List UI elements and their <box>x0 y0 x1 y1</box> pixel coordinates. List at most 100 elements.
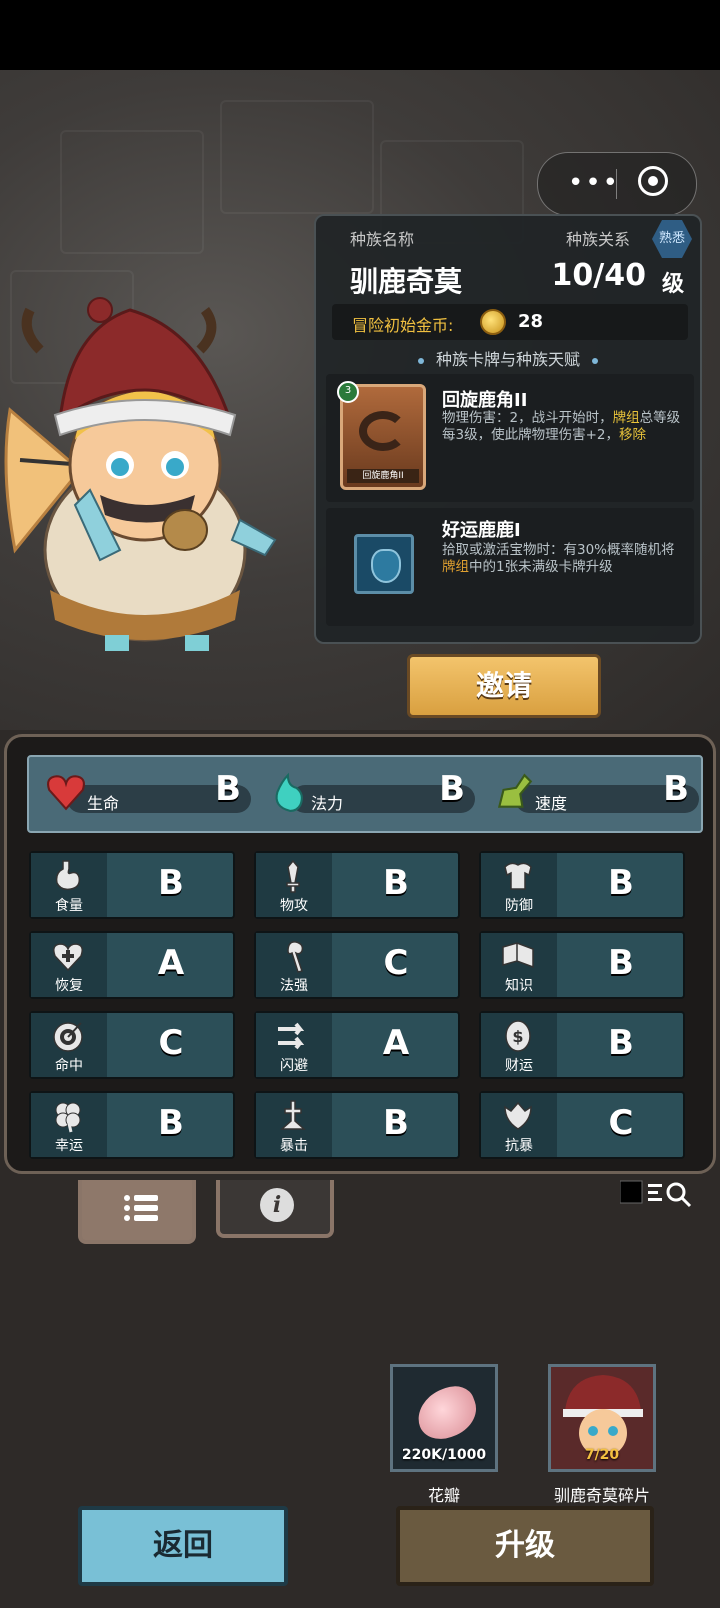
stat-grade: C <box>608 1103 634 1143</box>
stat-grade: B <box>383 1103 409 1143</box>
stat-cell-physical-attack: 物攻 B <box>254 851 460 919</box>
stat-speed: 速度 B <box>489 757 699 831</box>
more-dots-icon[interactable]: ••• <box>568 168 620 198</box>
character-shard-icon <box>563 1375 643 1451</box>
stat-cell-accuracy: 命中 C <box>29 1011 235 1079</box>
crit-shield-icon <box>504 1101 532 1130</box>
card-desc-keyword-deck: 牌组 <box>612 410 640 426</box>
relation-badge: 熟悉 <box>652 220 692 258</box>
mana-flame-icon <box>275 772 303 812</box>
race-level: 10/40 <box>551 258 646 293</box>
stat-name: 幸运 <box>55 1138 83 1154</box>
stat-name: 物攻 <box>280 898 308 914</box>
dodge-arrows-icon <box>278 1022 305 1050</box>
coin-dollar-icon: $ <box>505 1020 531 1052</box>
section-dot-left <box>417 357 424 364</box>
invite-button[interactable]: 邀请 <box>407 654 601 718</box>
race-info-panel: 种族名称 种族关系 熟悉 驯鹿奇莫 10/40 级 冒险初始金币: 28 种族卡… <box>314 214 702 644</box>
race-level-unit: 级 <box>661 272 684 297</box>
race-card-talent-title: 种族卡牌与种族天赋 <box>316 346 700 370</box>
stat-cell-critical: 暴击 B <box>254 1091 460 1159</box>
talent-title: 好运鹿鹿I <box>442 520 521 541</box>
target-icon <box>53 1022 83 1052</box>
stat-name: 命中 <box>55 1058 83 1074</box>
stat-grade: C <box>383 943 409 983</box>
race-talent-item[interactable]: 好运鹿鹿I 拾取或激活宝物时：有30%概率随机将牌组中的1张未满级卡牌升级 <box>326 508 694 626</box>
stat-grade: B <box>158 863 184 903</box>
stat-name: 抗暴 <box>505 1138 533 1154</box>
talent-desc-part-1: 拾取或激活宝物时：有30%概率随机将 <box>442 542 675 558</box>
stat-name: 暴击 <box>280 1138 308 1154</box>
stomach-icon <box>55 860 81 891</box>
svg-text:$: $ <box>512 1027 523 1046</box>
stat-hp: 生命 B <box>41 757 251 831</box>
wing-boot-icon <box>497 773 533 808</box>
stat-grade: B <box>383 863 409 903</box>
resource-label: 驯鹿奇莫碎片 <box>553 1486 650 1505</box>
resource-label: 花瓣 <box>427 1486 460 1505</box>
stat-grade: B <box>608 863 634 903</box>
stat-name: 法强 <box>280 978 308 994</box>
race-relation-label: 种族关系 <box>566 230 631 249</box>
card-desc-keyword-remove: 移除 <box>619 427 646 443</box>
heart-icon <box>47 775 85 811</box>
stat-grade: B <box>439 769 465 809</box>
race-card-art[interactable]: 3 回旋鹿角II <box>337 381 426 490</box>
talent-desc-keyword-deck: 牌组 <box>442 559 469 575</box>
gold-coin-icon <box>480 309 506 335</box>
section-dot-right <box>592 357 598 364</box>
stat-grade: C <box>158 1023 184 1063</box>
reindeer-kimo-character <box>4 297 277 651</box>
info-icon: i <box>260 1188 294 1222</box>
starting-gold-label: 冒险初始金币: <box>352 316 454 335</box>
stat-cell-recovery: 恢复 A <box>29 931 235 999</box>
crit-burst-icon <box>280 1100 306 1130</box>
stat-name: 知识 <box>505 978 533 994</box>
stat-cell-knowledge: 知识 B <box>479 931 685 999</box>
card-title: 回旋鹿角II <box>442 390 528 411</box>
book-icon <box>502 942 534 969</box>
stat-name: 生命 <box>87 794 120 813</box>
card-art-caption: 回旋鹿角II <box>347 469 419 483</box>
stat-name: 财运 <box>505 1058 533 1074</box>
stat-grade: B <box>158 1103 184 1143</box>
resource-box: 220K/1000 <box>390 1364 498 1472</box>
race-card-item[interactable]: 3 回旋鹿角II 回旋鹿角II 物理伤害：2，战斗开始时，牌组总等级每3级，使此… <box>326 374 694 502</box>
attributes-panel: 生命 B 法力 B 速度 B 食量 B 物攻 B 防御 B 恢复 A 法强 C … <box>4 734 716 1174</box>
staff-icon <box>287 941 304 973</box>
talent-description: 拾取或激活宝物时：有30%概率随机将牌组中的1张未满级卡牌升级 <box>442 542 686 576</box>
resource-box: 7/20 <box>548 1364 656 1472</box>
stat-cell-food: 食量 B <box>29 851 235 919</box>
tab-info[interactable]: i <box>216 1180 334 1238</box>
upgrade-button[interactable]: 升级 <box>396 1506 654 1586</box>
stat-grade: B <box>608 1023 634 1063</box>
stat-cell-fortune: $ 财运 B <box>479 1011 685 1079</box>
main-attributes-bar: 生命 B 法力 B 速度 B <box>27 755 703 833</box>
stat-name: 速度 <box>535 794 568 813</box>
resource-count: 220K/1000 <box>401 1447 487 1463</box>
petal-icon <box>410 1380 484 1446</box>
stat-mana: 法力 B <box>265 757 475 831</box>
card-level-badge: 3 <box>337 381 359 403</box>
race-name: 驯鹿奇莫 <box>350 265 463 298</box>
stat-grade: A <box>157 943 185 983</box>
close-target-icon[interactable] <box>638 166 668 196</box>
detail-zoom-icon[interactable] <box>620 1178 700 1208</box>
stat-name: 防御 <box>505 898 533 914</box>
talent-desc-part-2: 中的1张未满级卡牌升级 <box>469 559 613 575</box>
stat-name: 恢复 <box>55 978 83 994</box>
card-description: 物理伤害：2，战斗开始时，牌组总等级每3级，使此牌物理伤害+2，移除 <box>442 410 686 444</box>
stat-name: 闪避 <box>280 1058 308 1074</box>
stat-cell-dodge: 闪避 A <box>254 1011 460 1079</box>
back-button[interactable]: 返回 <box>78 1506 288 1586</box>
tab-attribute-list[interactable] <box>78 1180 196 1244</box>
capsule-divider <box>616 169 617 199</box>
armor-icon <box>504 862 532 890</box>
sword-icon <box>286 859 300 893</box>
status-bar <box>0 0 720 70</box>
card-desc-part-1: 物理伤害：2，战斗开始时， <box>442 410 613 426</box>
stat-cell-luck: 幸运 B <box>29 1091 235 1159</box>
stat-cell-magic-power: 法强 C <box>254 931 460 999</box>
stat-grade: B <box>608 943 634 983</box>
resource-count: 7/20 <box>584 1447 620 1463</box>
